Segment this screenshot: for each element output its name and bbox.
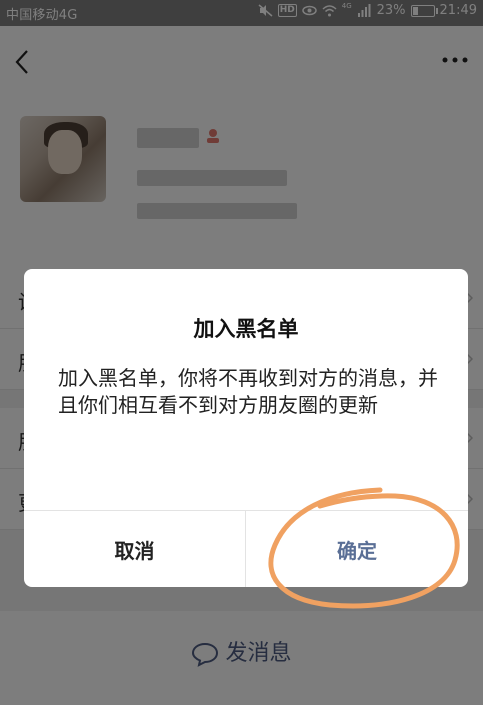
cancel-button[interactable]: 取消 <box>24 511 245 587</box>
confirm-button[interactable]: 确定 <box>246 511 468 587</box>
blacklist-confirm-dialog: 加入黑名单 加入黑名单，你将不再收到对方的消息，并且你们相互看不到对方朋友圈的更… <box>24 269 468 587</box>
dialog-message: 加入黑名单，你将不再收到对方的消息，并且你们相互看不到对方朋友圈的更新 <box>58 366 438 417</box>
dialog-title: 加入黑名单 <box>193 317 299 341</box>
